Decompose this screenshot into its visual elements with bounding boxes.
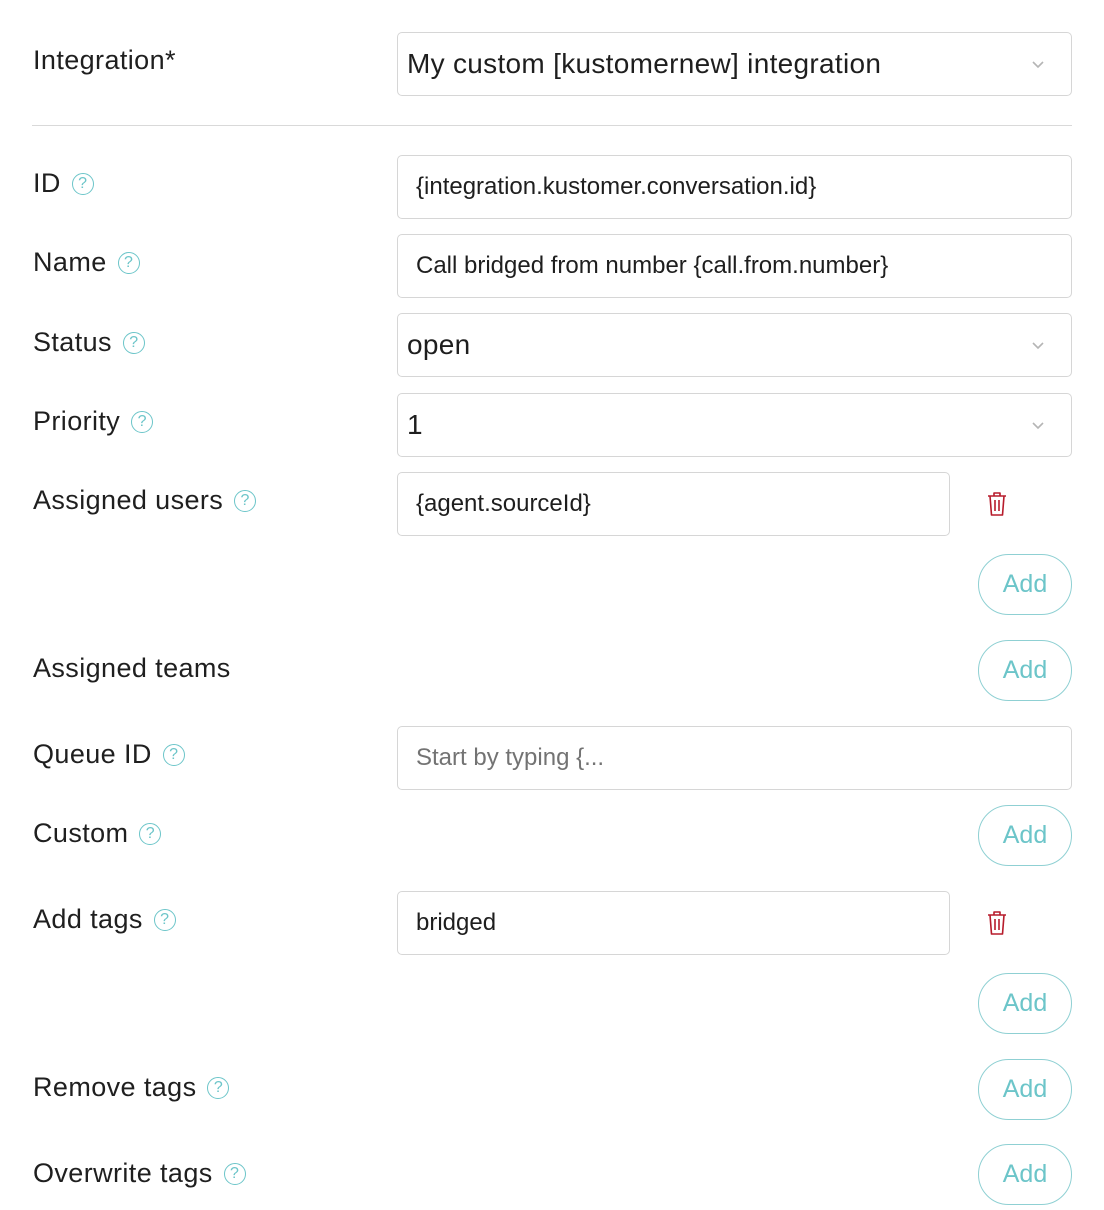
chevron-down-icon xyxy=(1032,422,1044,430)
question-circle-icon[interactable]: ? xyxy=(117,251,140,274)
name-input[interactable]: Call bridged from number {call.from.numb… xyxy=(397,234,1072,298)
queue-id-label: Queue ID ? xyxy=(33,741,185,768)
question-circle-icon[interactable]: ? xyxy=(162,743,185,766)
add-overwrite-tag-button[interactable]: Add xyxy=(978,1144,1072,1205)
assigned-users-label: Assigned users ? xyxy=(33,487,257,514)
integration-select[interactable]: My custom [kustomernew] integration xyxy=(397,32,1072,96)
add-custom-button[interactable]: Add xyxy=(978,805,1072,866)
priority-select-value: 1 xyxy=(407,409,423,440)
status-select-value: open xyxy=(407,329,471,360)
id-label: ID ? xyxy=(33,170,94,197)
status-select[interactable]: open xyxy=(397,313,1072,377)
add-tag-button[interactable]: Add xyxy=(978,973,1072,1034)
assigned-teams-label: Assigned teams xyxy=(33,653,231,683)
question-circle-icon[interactable]: ? xyxy=(234,489,257,512)
add-tags-label: Add tags ? xyxy=(33,906,176,933)
custom-label: Custom ? xyxy=(33,820,162,847)
priority-select[interactable]: 1 xyxy=(397,393,1072,457)
trash-icon[interactable] xyxy=(986,491,1008,517)
assigned-user-input-value: {agent.sourceId} xyxy=(416,490,591,517)
question-circle-icon[interactable]: ? xyxy=(71,172,94,195)
question-circle-icon[interactable]: ? xyxy=(139,822,162,845)
question-circle-icon[interactable]: ? xyxy=(122,331,145,354)
id-input[interactable]: {integration.kustomer.conversation.id} xyxy=(397,155,1072,219)
integration-label: Integration* xyxy=(33,45,176,75)
priority-label: Priority ? xyxy=(33,408,154,435)
remove-tags-label: Remove tags ? xyxy=(33,1074,230,1101)
add-tag-input-value: bridged xyxy=(416,909,497,936)
add-tag-input[interactable]: bridged xyxy=(397,891,950,955)
question-circle-icon[interactable]: ? xyxy=(153,908,176,931)
chevron-down-icon xyxy=(1032,342,1044,350)
queue-id-input[interactable]: Start by typing {... xyxy=(397,726,1072,790)
add-assigned-team-button[interactable]: Add xyxy=(978,640,1072,701)
name-input-value: Call bridged from number {call.from.numb… xyxy=(416,252,889,279)
section-divider xyxy=(32,125,1072,126)
overwrite-tags-label: Overwrite tags ? xyxy=(33,1160,246,1187)
status-label: Status ? xyxy=(33,329,145,356)
trash-icon[interactable] xyxy=(986,910,1008,936)
id-input-value: {integration.kustomer.conversation.id} xyxy=(416,173,817,200)
question-circle-icon[interactable]: ? xyxy=(207,1076,230,1099)
question-circle-icon[interactable]: ? xyxy=(131,410,154,433)
add-remove-tag-button[interactable]: Add xyxy=(978,1059,1072,1120)
chevron-down-icon xyxy=(1032,61,1044,69)
assigned-user-input[interactable]: {agent.sourceId} xyxy=(397,472,950,536)
integration-select-value: My custom [kustomernew] integration xyxy=(407,48,882,79)
name-label: Name ? xyxy=(33,249,140,276)
queue-id-placeholder: Start by typing {... xyxy=(416,744,605,771)
question-circle-icon[interactable]: ? xyxy=(223,1162,246,1185)
add-assigned-user-button[interactable]: Add xyxy=(978,554,1072,615)
